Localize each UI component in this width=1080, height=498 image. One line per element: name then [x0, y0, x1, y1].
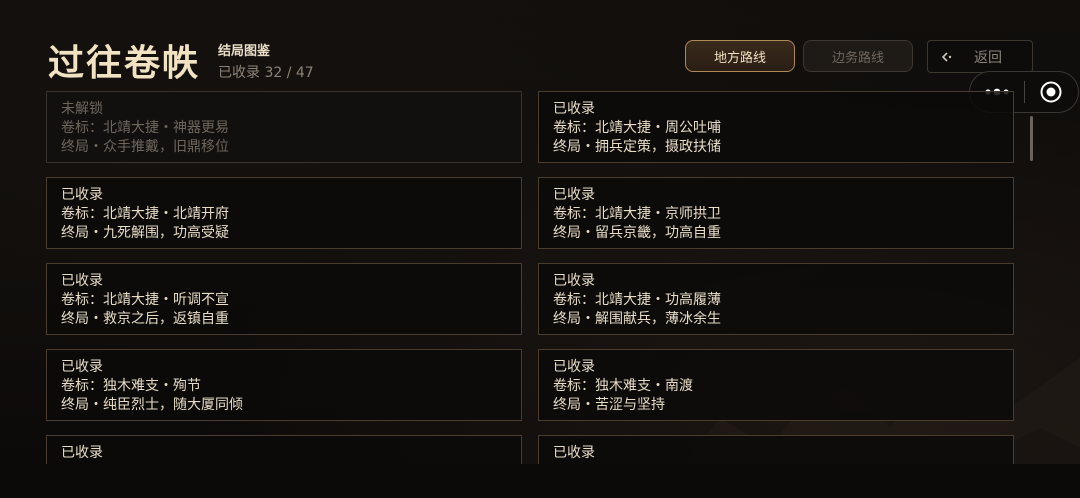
ending-status: 已收录 [553, 445, 595, 461]
ending-status: 已收录 [553, 273, 595, 289]
ending-tag: 卷标：北靖大捷・神器更易 [61, 120, 229, 136]
close-button[interactable] [1025, 72, 1078, 112]
ending-card[interactable]: 已收录 卷标：北靖大捷・北靖开府 终局・九死解围，功高受疑 [46, 177, 522, 249]
ending-tag: 卷标：北靖大捷・功高履薄 [553, 292, 721, 308]
ending-tag: 卷标：北靖大捷・听调不宣 [61, 292, 229, 308]
ending-tag: 卷标：北靖大捷・北靖开府 [61, 206, 229, 222]
tab-local-route[interactable]: 地方路线 [685, 40, 795, 72]
ending-result: 终局・解围献兵，薄冰余生 [553, 311, 721, 327]
tab-border-route[interactable]: 边务路线 [803, 40, 913, 72]
ending-card[interactable]: 已收录 卷标：北靖大捷・功高履薄 终局・解围献兵，薄冰余生 [538, 263, 1014, 335]
ending-tag: 卷标：独木难支・殉节 [61, 378, 201, 394]
page: 过往卷帙 结局图鉴 已收录 32 / 47 地方路线 边务路线 返回 未解锁 卷… [0, 0, 1080, 498]
ending-card[interactable]: 已收录 [538, 435, 1014, 465]
ending-card[interactable]: 已收录 卷标：北靖大捷・京师拱卫 终局・留兵京畿，功高自重 [538, 177, 1014, 249]
ending-result: 终局・众手推戴，旧鼎移位 [61, 139, 229, 155]
collected-count: 已收录 32 / 47 [218, 65, 314, 81]
ending-card[interactable]: 已收录 卷标：独木难支・南渡 终局・苦涩与坚持 [538, 349, 1014, 421]
ending-list[interactable]: 未解锁 卷标：北靖大捷・神器更易 终局・众手推戴，旧鼎移位 已收录 卷标：北靖大… [46, 91, 1016, 465]
ending-status: 已收录 [61, 187, 103, 203]
ending-card[interactable]: 已收录 [46, 435, 522, 465]
ending-status: 已收录 [553, 101, 595, 117]
ending-result: 终局・拥兵定策，摄政扶储 [553, 139, 721, 155]
back-button[interactable]: 返回 [927, 40, 1033, 73]
target-close-icon [1040, 81, 1062, 103]
ending-result: 终局・九死解围，功高受疑 [61, 225, 229, 241]
ending-status: 已收录 [553, 359, 595, 375]
ending-result: 终局・救京之后，返镇自重 [61, 311, 229, 327]
back-label: 返回 [974, 49, 1002, 66]
ending-status: 已收录 [61, 359, 103, 375]
ending-status: 已收录 [553, 187, 595, 203]
arrow-left-icon [940, 50, 954, 64]
page-title: 过往卷帙 [48, 42, 201, 84]
ending-result: 终局・苦涩与坚持 [553, 397, 665, 413]
ending-tag: 卷标：独木难支・南渡 [553, 378, 693, 394]
scrollbar-thumb[interactable] [1030, 116, 1033, 161]
header-subtitle-block: 结局图鉴 已收录 32 / 47 [218, 40, 314, 82]
ending-result: 终局・留兵京畿，功高自重 [553, 225, 721, 241]
ending-status: 已收录 [61, 445, 103, 461]
ending-tag: 卷标：北靖大捷・周公吐哺 [553, 120, 721, 136]
ending-status: 未解锁 [61, 101, 103, 117]
ending-result: 终局・纯臣烈士，随大厦同倾 [61, 397, 243, 413]
page-subtitle: 结局图鉴 [218, 44, 271, 59]
bottom-fade [0, 464, 1080, 498]
ending-card[interactable]: 已收录 卷标：独木难支・殉节 终局・纯臣烈士，随大厦同倾 [46, 349, 522, 421]
ending-card[interactable]: 已收录 卷标：北靖大捷・听调不宣 终局・救京之后，返镇自重 [46, 263, 522, 335]
ending-tag: 卷标：北靖大捷・京师拱卫 [553, 206, 721, 222]
ending-card[interactable]: 已收录 卷标：北靖大捷・周公吐哺 终局・拥兵定策，摄政扶储 [538, 91, 1014, 163]
ending-card[interactable]: 未解锁 卷标：北靖大捷・神器更易 终局・众手推戴，旧鼎移位 [46, 91, 522, 163]
ending-status: 已收录 [61, 273, 103, 289]
